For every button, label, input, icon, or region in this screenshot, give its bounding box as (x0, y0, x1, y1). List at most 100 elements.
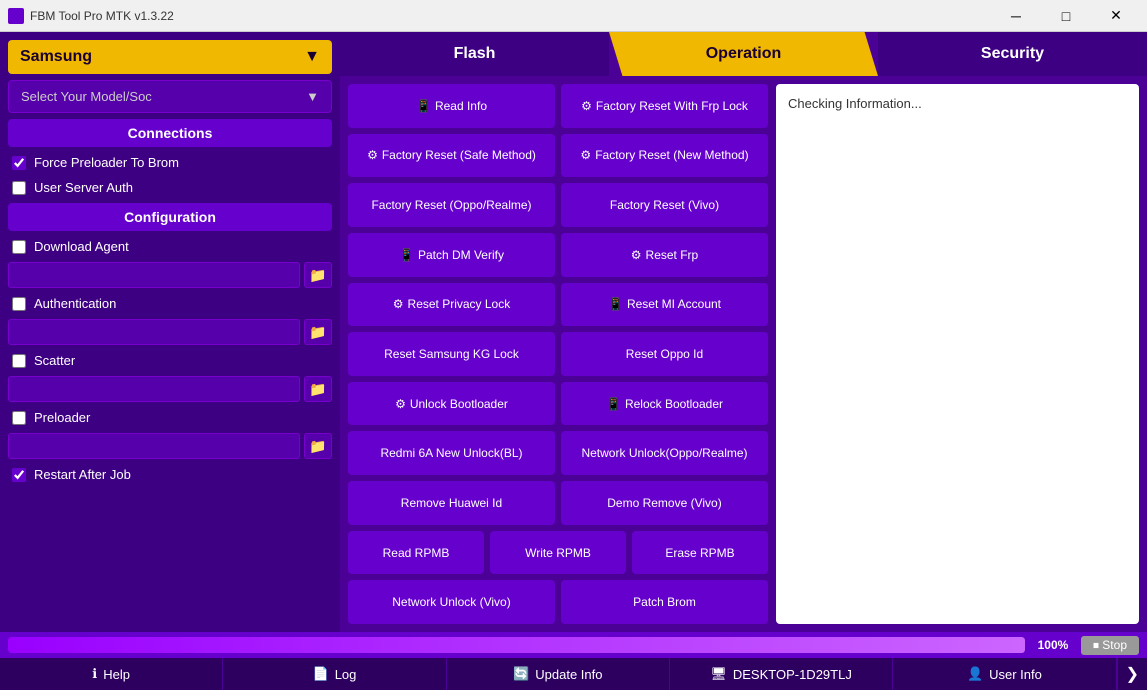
user-server-checkbox[interactable] (12, 181, 26, 195)
reset-frp-icon: ⚙ (631, 248, 642, 262)
maximize-button[interactable]: □ (1043, 0, 1089, 32)
reset-privacy-icon: ⚙ (393, 297, 404, 311)
scatter-folder-btn[interactable]: 📁 (304, 376, 332, 402)
factory-reset-new-label: Factory Reset (New Method) (595, 148, 748, 162)
restart-checkbox[interactable] (12, 468, 26, 482)
relock-bootloader-button[interactable]: 📱 Relock Bootloader (561, 382, 768, 426)
patch-dm-icon: 📱 (399, 248, 414, 262)
log-icon: 📄 (313, 666, 329, 682)
preloader-folder-btn[interactable]: 📁 (304, 433, 332, 459)
user-item[interactable]: 👤 User Info (893, 658, 1116, 690)
scatter-label: Scatter (34, 353, 75, 368)
reset-privacy-lock-button[interactable]: ⚙ Reset Privacy Lock (348, 283, 555, 327)
brand-label: Samsung (20, 48, 92, 66)
expand-arrow[interactable]: ❯ (1117, 658, 1147, 690)
network-unlock-vivo-button[interactable]: Network Unlock (Vivo) (348, 580, 555, 624)
desktop-item[interactable]: 🖥 DESKTOP-1D29TLJ (670, 658, 893, 690)
update-label: Update Info (535, 667, 602, 682)
demo-remove-vivo-label: Demo Remove (Vivo) (607, 496, 721, 510)
download-agent-checkbox[interactable] (12, 240, 26, 254)
tabs: Flash Operation Security (340, 32, 1147, 76)
erase-rpmb-button[interactable]: Erase RPMB (632, 531, 768, 575)
brand-arrow-icon: ▼ (304, 48, 320, 66)
desktop-label: DESKTOP-1D29TLJ (733, 667, 852, 682)
info-panel: Checking Information... (776, 84, 1139, 624)
stop-button[interactable]: ⏹ Stop (1081, 636, 1139, 655)
factory-reset-new-button[interactable]: ⚙ Factory Reset (New Method) (561, 134, 768, 178)
redmi-6a-label: Redmi 6A New Unlock(BL) (380, 446, 522, 460)
main-layout: Samsung ▼ Select Your Model/Soc ▼ Connec… (0, 32, 1147, 632)
preloader-input-row: 📁 (8, 433, 332, 459)
read-info-label: Read Info (435, 99, 487, 113)
unlock-bootloader-button[interactable]: ⚙ Unlock Bootloader (348, 382, 555, 426)
factory-reset-oppo-button[interactable]: Factory Reset (Oppo/Realme) (348, 183, 555, 227)
reset-samsung-kg-label: Reset Samsung KG Lock (384, 347, 519, 361)
authentication-checkbox[interactable] (12, 297, 26, 311)
brand-dropdown[interactable]: Samsung ▼ (8, 40, 332, 74)
read-info-icon: 📱 (416, 99, 431, 113)
download-agent-row: Download Agent (8, 237, 332, 256)
authentication-row: Authentication (8, 294, 332, 313)
close-button[interactable]: ✕ (1093, 0, 1139, 32)
download-agent-folder-btn[interactable]: 📁 (304, 262, 332, 288)
scatter-input[interactable] (8, 376, 300, 402)
authentication-folder-btn[interactable]: 📁 (304, 319, 332, 345)
read-info-button[interactable]: 📱 Read Info (348, 84, 555, 128)
reset-frp-label: Reset Frp (646, 248, 699, 262)
relock-bl-icon: 📱 (606, 397, 621, 411)
scatter-checkbox[interactable] (12, 354, 26, 368)
preloader-checkbox[interactable] (12, 411, 26, 425)
tab-flash-label: Flash (454, 45, 496, 63)
patch-dm-verify-label: Patch DM Verify (418, 248, 504, 262)
minimize-button[interactable]: ─ (993, 0, 1039, 32)
model-dropdown[interactable]: Select Your Model/Soc ▼ (8, 80, 332, 113)
log-item[interactable]: 📄 Log (223, 658, 446, 690)
content-area: Flash Operation Security 📱 Read Info ⚙ F… (340, 32, 1147, 632)
unlock-bootloader-label: Unlock Bootloader (410, 397, 508, 411)
help-item[interactable]: ℹ Help (0, 658, 223, 690)
patch-brom-button[interactable]: Patch Brom (561, 580, 768, 624)
preloader-input[interactable] (8, 433, 300, 459)
update-item[interactable]: 🔄 Update Info (447, 658, 670, 690)
network-unlock-oppo-button[interactable]: Network Unlock(Oppo/Realme) (561, 431, 768, 475)
reset-mi-account-label: Reset MI Account (627, 297, 721, 311)
reset-oppo-id-button[interactable]: Reset Oppo Id (561, 332, 768, 376)
patch-dm-verify-button[interactable]: 📱 Patch DM Verify (348, 233, 555, 277)
redmi-6a-unlock-button[interactable]: Redmi 6A New Unlock(BL) (348, 431, 555, 475)
rpmb-row: Read RPMB Write RPMB Erase RPMB (348, 531, 768, 575)
reset-samsung-kg-button[interactable]: Reset Samsung KG Lock (348, 332, 555, 376)
reset-mi-account-button[interactable]: 📱 Reset MI Account (561, 283, 768, 327)
titlebar-left: FBM Tool Pro MTK v1.3.22 (8, 8, 174, 24)
model-arrow-icon: ▼ (306, 89, 319, 104)
force-preloader-checkbox[interactable] (12, 156, 26, 170)
reset-frp-button[interactable]: ⚙ Reset Frp (561, 233, 768, 277)
configuration-header: Configuration (8, 203, 332, 231)
scatter-input-row: 📁 (8, 376, 332, 402)
factory-reset-vivo-button[interactable]: Factory Reset (Vivo) (561, 183, 768, 227)
factory-reset-safe-button[interactable]: ⚙ Factory Reset (Safe Method) (348, 134, 555, 178)
download-agent-input[interactable] (8, 262, 300, 288)
remove-huawei-button[interactable]: Remove Huawei Id (348, 481, 555, 525)
tab-security-label: Security (981, 45, 1044, 63)
authentication-input[interactable] (8, 319, 300, 345)
reset-privacy-lock-label: Reset Privacy Lock (408, 297, 511, 311)
tab-security[interactable]: Security (878, 32, 1147, 76)
tab-flash[interactable]: Flash (340, 32, 609, 76)
progress-bar-container (8, 637, 1025, 653)
write-rpmb-button[interactable]: Write RPMB (490, 531, 626, 575)
force-preloader-label: Force Preloader To Brom (34, 155, 179, 170)
model-placeholder: Select Your Model/Soc (21, 89, 152, 104)
user-server-label: User Server Auth (34, 180, 133, 195)
demo-remove-vivo-button[interactable]: Demo Remove (Vivo) (561, 481, 768, 525)
user-icon: 👤 (967, 666, 983, 682)
progress-bar-fill (8, 637, 1025, 653)
user-server-row: User Server Auth (8, 178, 332, 197)
reset-mi-icon: 📱 (608, 297, 623, 311)
factory-reset-frp-button[interactable]: ⚙ Factory Reset With Frp Lock (561, 84, 768, 128)
sidebar: Samsung ▼ Select Your Model/Soc ▼ Connec… (0, 32, 340, 632)
tab-operation[interactable]: Operation (609, 32, 878, 76)
download-agent-label: Download Agent (34, 239, 129, 254)
factory-reset-frp-icon: ⚙ (581, 99, 592, 113)
connections-header: Connections (8, 119, 332, 147)
read-rpmb-button[interactable]: Read RPMB (348, 531, 484, 575)
